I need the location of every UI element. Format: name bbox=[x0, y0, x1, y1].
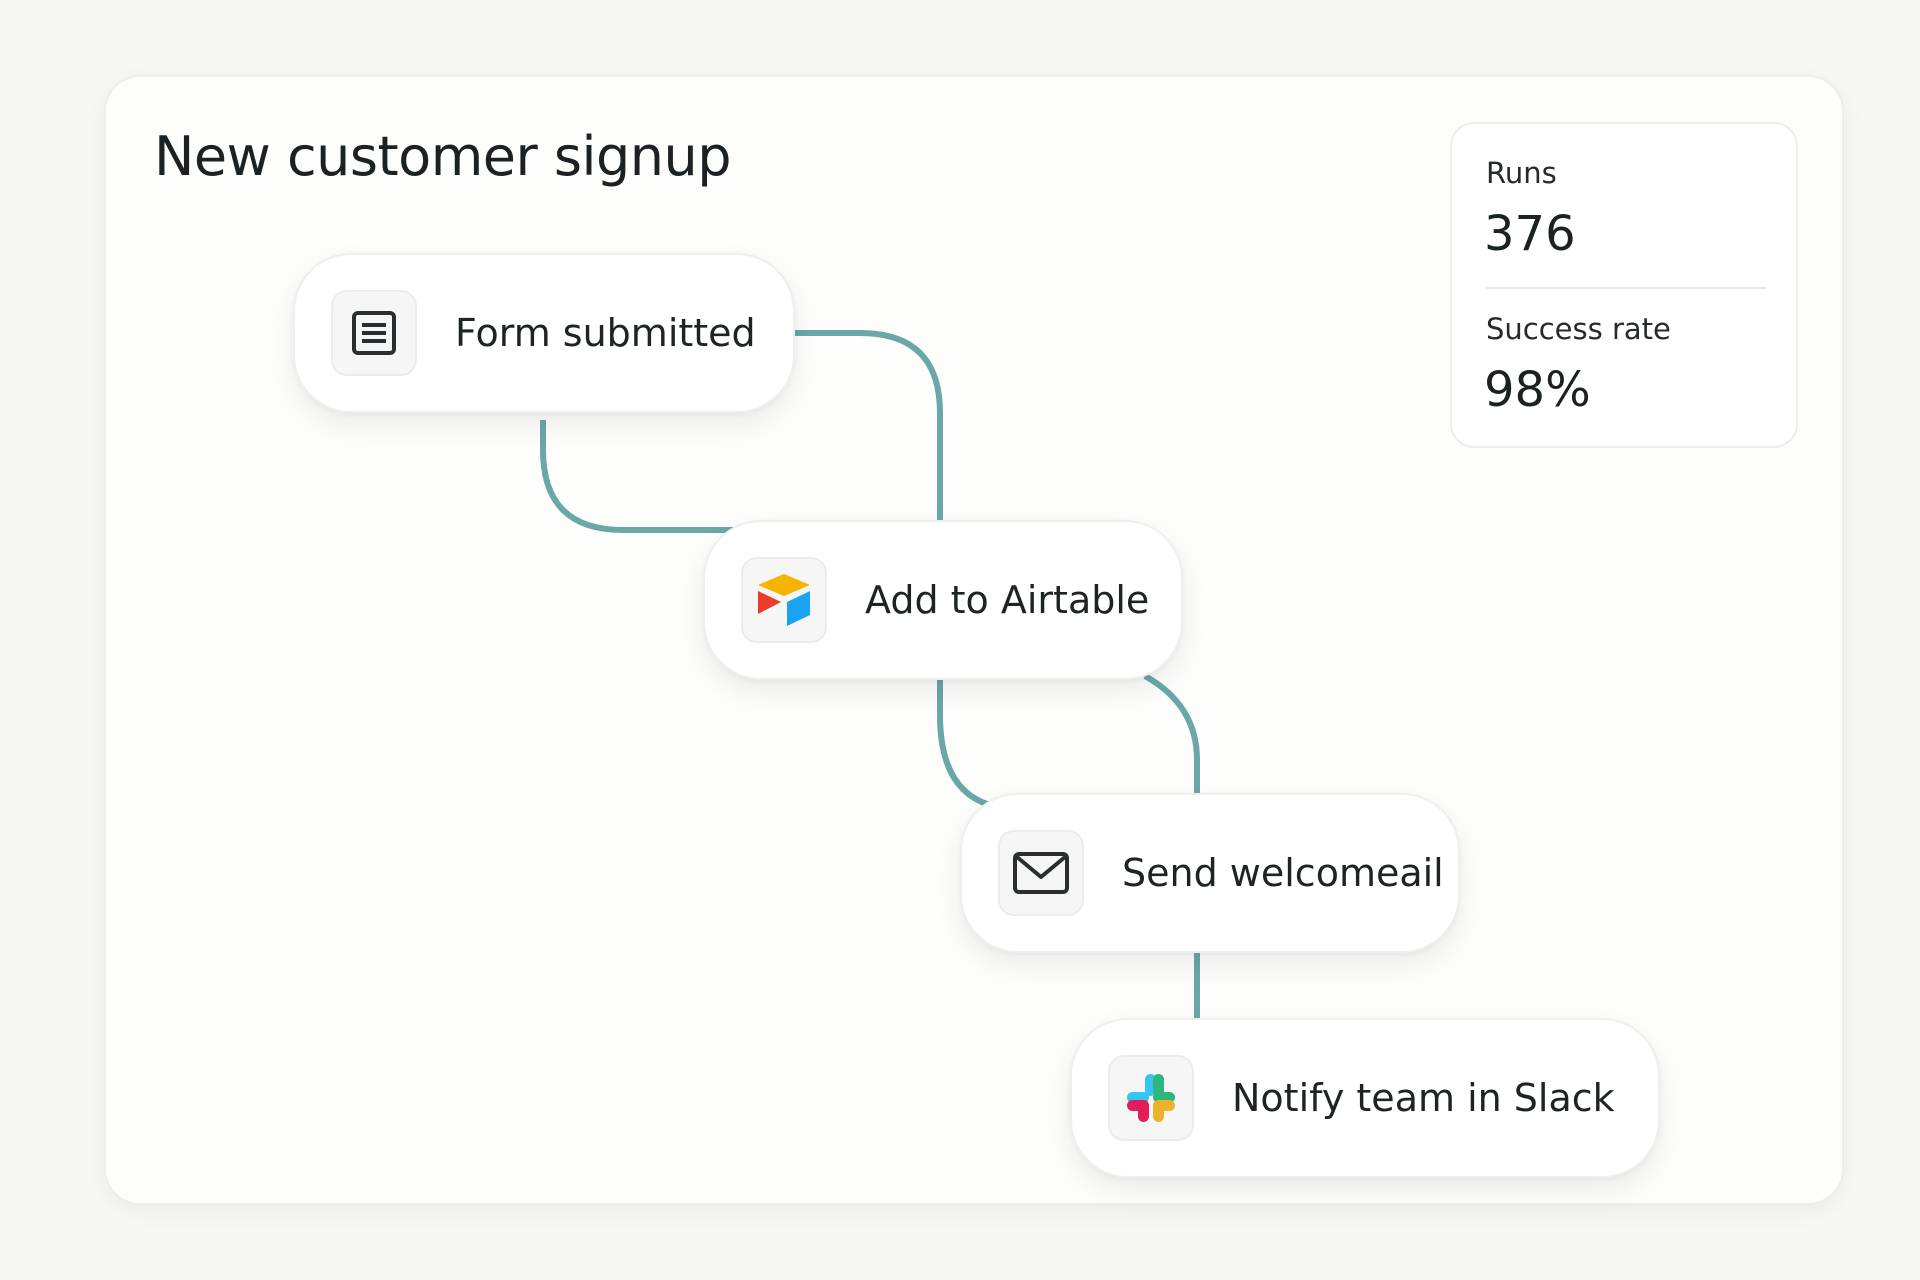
step-form-submitted[interactable]: Form submitted bbox=[293, 253, 795, 413]
success-rate-value: 98% bbox=[1484, 362, 1591, 418]
airtable-icon bbox=[741, 557, 827, 643]
slack-icon bbox=[1108, 1055, 1194, 1141]
workflow-title: New customer signup bbox=[154, 125, 732, 188]
step-notify-slack[interactable]: Notify team in Slack bbox=[1070, 1018, 1660, 1178]
runs-label: Runs bbox=[1486, 156, 1557, 190]
step-label: Form submitted bbox=[455, 311, 756, 355]
step-label: Add to Airtable bbox=[865, 578, 1150, 622]
stats-panel: Runs 376 Success rate 98% bbox=[1450, 122, 1798, 448]
form-icon bbox=[331, 290, 417, 376]
mail-icon bbox=[998, 830, 1084, 916]
step-label: Send welcomeail bbox=[1122, 851, 1444, 895]
stats-divider bbox=[1486, 287, 1766, 289]
step-send-welcome-email[interactable]: Send welcomeail bbox=[960, 793, 1460, 953]
runs-value: 376 bbox=[1484, 206, 1576, 262]
step-label: Notify team in Slack bbox=[1232, 1076, 1615, 1120]
step-add-to-airtable[interactable]: Add to Airtable bbox=[703, 520, 1183, 680]
workflow-stage: New customer signup Form submitted Add t… bbox=[0, 0, 1920, 1280]
success-rate-label: Success rate bbox=[1486, 312, 1671, 346]
